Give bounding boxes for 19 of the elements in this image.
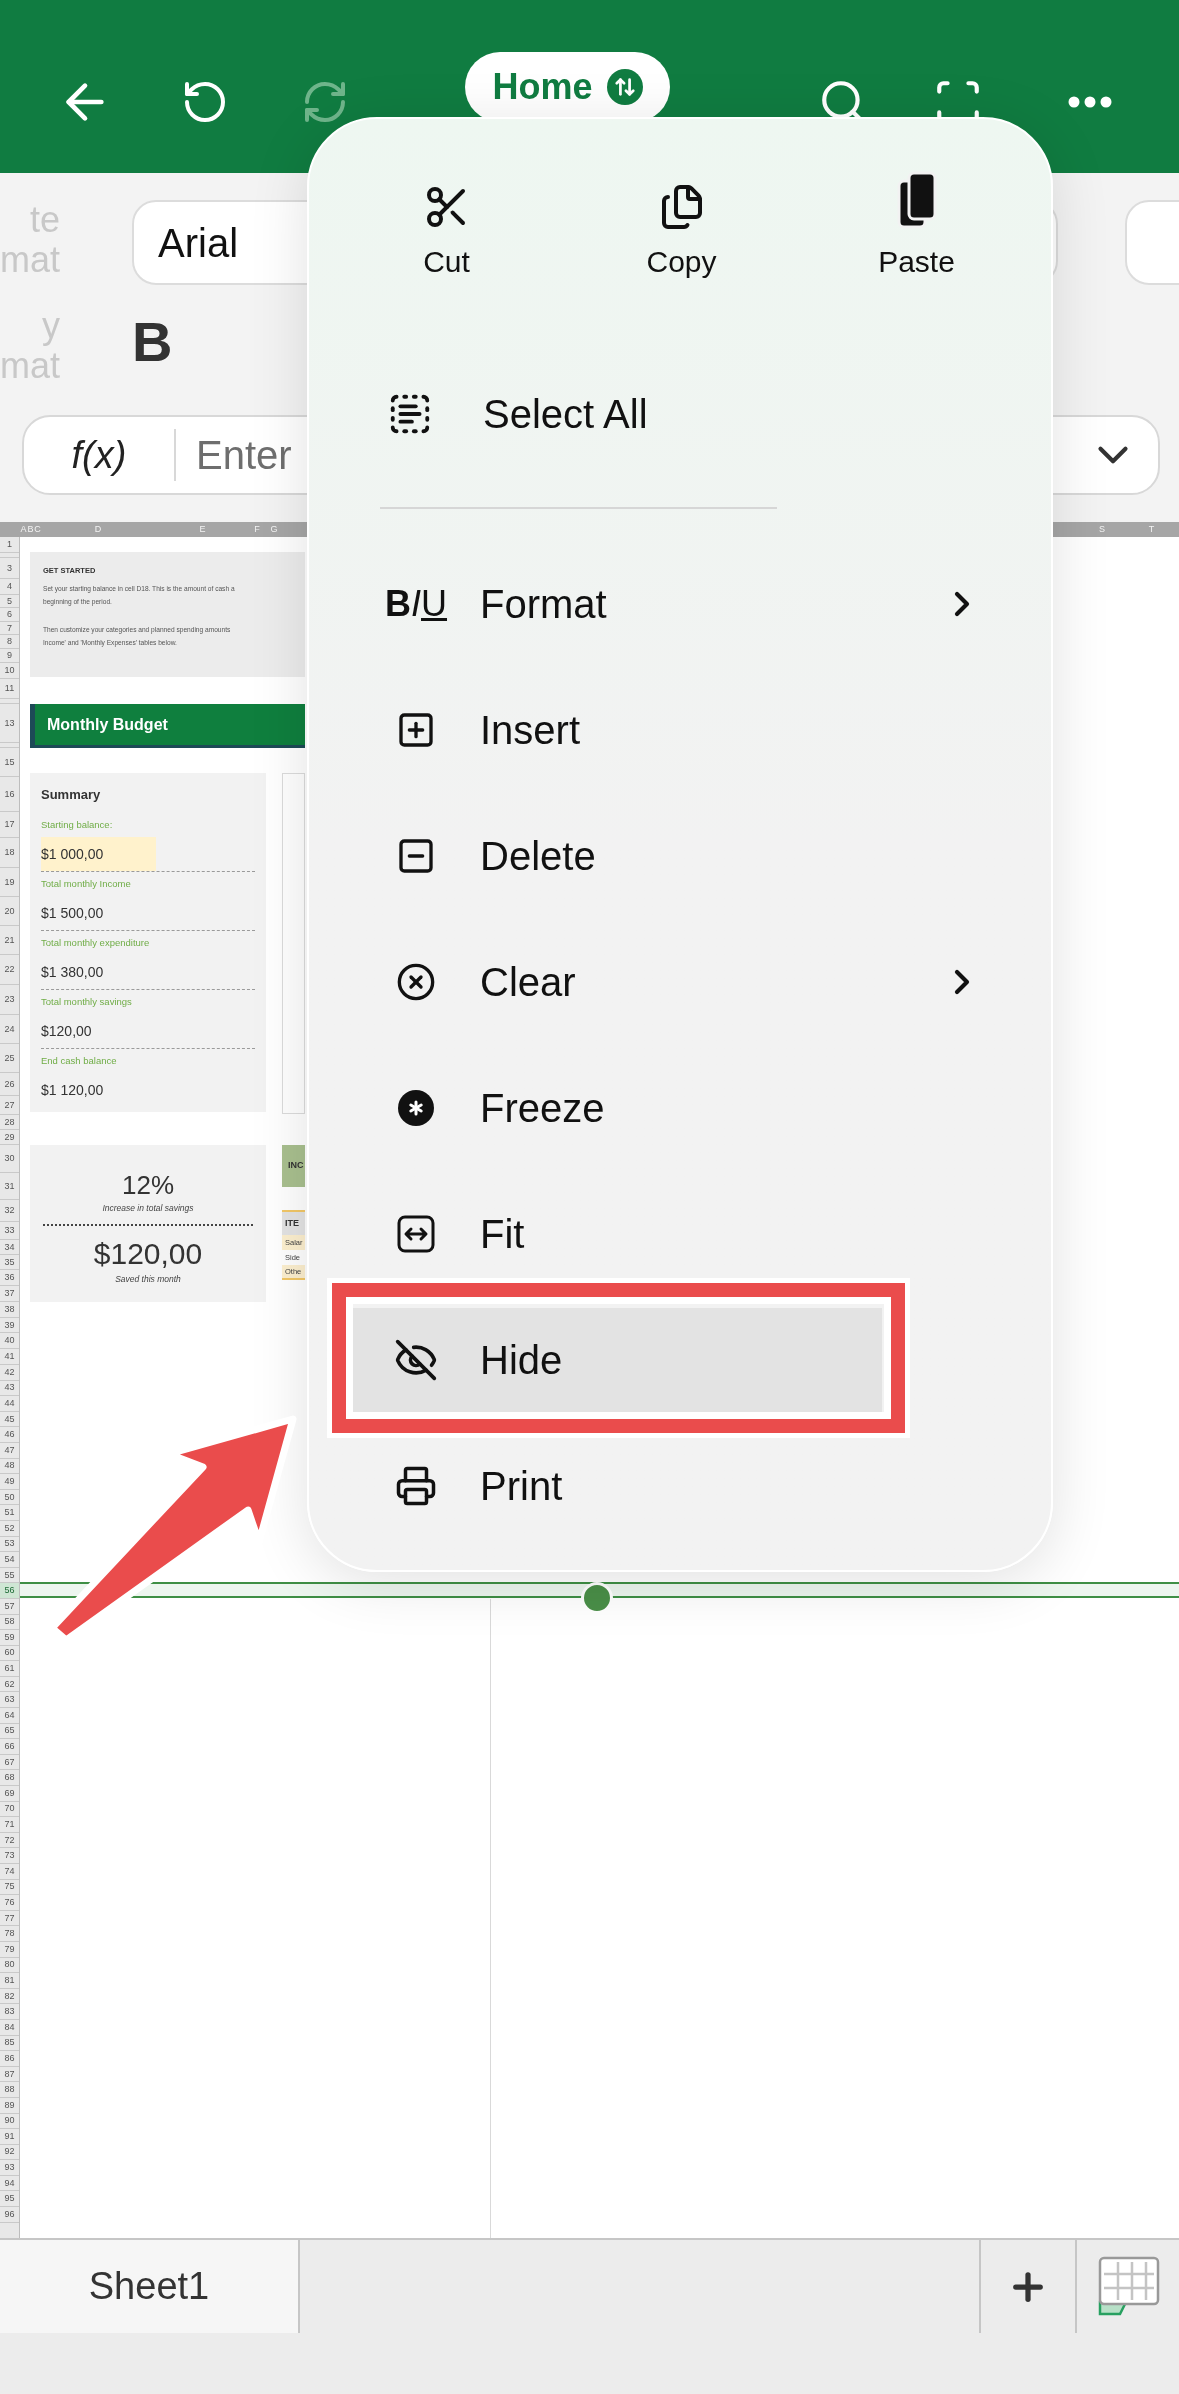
summary-value: $1 380,00	[41, 962, 105, 982]
summary-title: Summary	[41, 786, 102, 804]
table-header: INC	[282, 1145, 305, 1187]
summary-label: Total monthly savings	[41, 995, 133, 1009]
stat-caption: Saved this month	[115, 1273, 181, 1286]
summary-value: $1 120,00	[41, 1081, 105, 1100]
stat-value: $120,00	[93, 1236, 203, 1272]
summary-label: End cash balance	[41, 1054, 118, 1068]
table-column-header: ITE	[282, 1210, 305, 1235]
stat-value: 12%	[121, 1169, 174, 1201]
banner-title: Monthly Budget	[47, 714, 168, 735]
summary-label: Total monthly expenditure	[41, 936, 151, 950]
summary-value: $1 000,00	[41, 837, 156, 871]
format-icon: BIU	[385, 586, 447, 622]
summary-label: Starting balance:	[41, 818, 114, 832]
summary-value: $1 500,00	[41, 903, 105, 923]
summary-value: $120,00	[41, 1021, 93, 1041]
summary-label: Total monthly Income	[41, 877, 132, 891]
stat-caption: Increase in total savings	[102, 1202, 194, 1215]
